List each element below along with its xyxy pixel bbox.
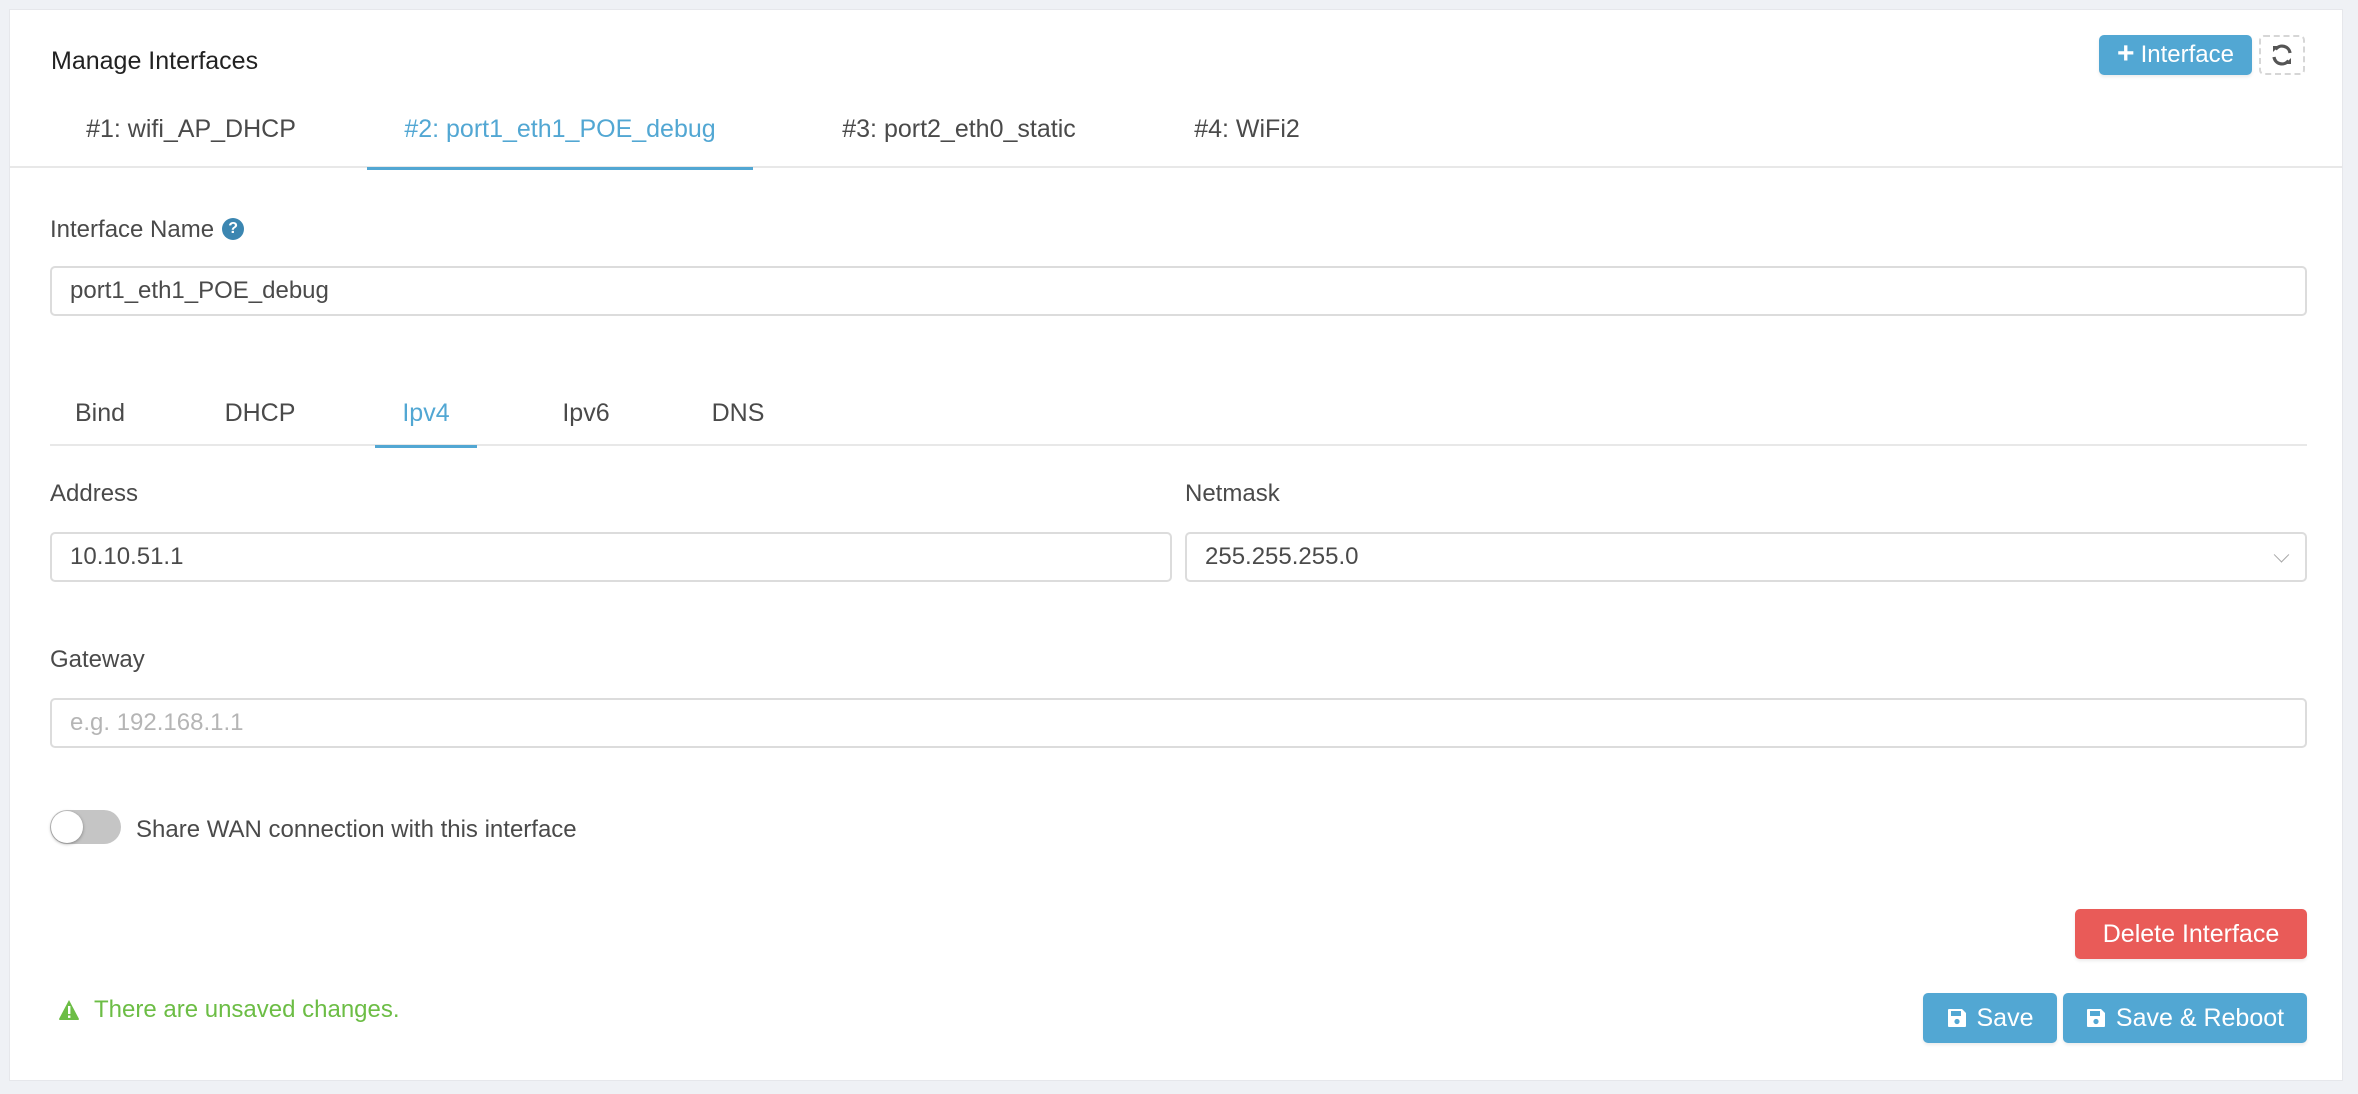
add-interface-button[interactable]: + Interface: [2099, 35, 2252, 75]
unsaved-changes-status: There are unsaved changes.: [58, 996, 400, 1024]
share-wan-toggle[interactable]: [50, 810, 121, 844]
save-button[interactable]: Save: [1923, 993, 2057, 1043]
gateway-label: Gateway: [50, 646, 145, 673]
plus-icon: +: [2117, 37, 2135, 70]
tab-ipv6[interactable]: Ipv6: [536, 380, 636, 446]
interface-name-input[interactable]: [50, 266, 2307, 316]
netmask-select[interactable]: 255.255.255.0: [1185, 532, 2307, 582]
interface-tab-label: #2: port1_eth1_POE_debug: [404, 114, 716, 143]
manage-interfaces-panel: Manage Interfaces + Interface #1: wifi_A…: [9, 9, 2343, 1081]
interface-tab-4[interactable]: #4: WiFi2: [1182, 90, 1312, 168]
netmask-value: 255.255.255.0: [1205, 543, 1359, 570]
warning-triangle-icon: [59, 1000, 79, 1020]
tab-label: Bind: [74, 398, 126, 427]
refresh-icon: [2272, 44, 2292, 66]
save-reboot-label: Save & Reboot: [2115, 1003, 2285, 1032]
interface-tabs: #1: wifi_AP_DHCP #2: port1_eth1_POE_debu…: [10, 90, 2342, 170]
delete-interface-label: Delete Interface: [2102, 919, 2280, 948]
interface-tab-3[interactable]: #3: port2_eth0_static: [820, 90, 1098, 168]
page-title: Manage Interfaces: [51, 47, 259, 75]
share-wan-label: Share WAN connection with this interface: [136, 816, 577, 843]
chevron-down-icon: [2273, 547, 2290, 563]
address-input[interactable]: [50, 532, 1172, 582]
tab-dhcp[interactable]: DHCP: [210, 380, 310, 446]
add-interface-label: Interface: [2140, 41, 2234, 68]
interface-tab-label: #3: port2_eth0_static: [842, 114, 1076, 143]
floppy-disk-icon: [1947, 1009, 1966, 1027]
tab-label: DNS: [711, 398, 765, 427]
interface-tab-label: #1: wifi_AP_DHCP: [86, 114, 296, 143]
refresh-button[interactable]: [2259, 35, 2305, 75]
address-label: Address: [50, 480, 139, 507]
toggle-knob: [51, 811, 83, 843]
tab-label: DHCP: [224, 398, 296, 427]
interface-tab-2[interactable]: #2: port1_eth1_POE_debug: [367, 90, 753, 170]
save-label: Save: [1976, 1003, 2034, 1032]
tab-label: Ipv6: [562, 398, 610, 427]
interface-name-label: Interface Name?: [50, 216, 245, 244]
tab-bind[interactable]: Bind: [50, 380, 150, 446]
interface-tab-1[interactable]: #1: wifi_AP_DHCP: [58, 90, 324, 168]
netmask-label: Netmask: [1185, 480, 1280, 507]
delete-interface-button[interactable]: Delete Interface: [2075, 909, 2307, 959]
interface-tab-label: #4: WiFi2: [1194, 114, 1300, 143]
save-reboot-button[interactable]: Save & Reboot: [2063, 993, 2307, 1043]
tab-label: Ipv4: [402, 398, 450, 427]
unsaved-message: There are unsaved changes.: [94, 996, 400, 1023]
floppy-disk-icon: [2086, 1009, 2105, 1027]
settings-tabs: Bind DHCP Ipv4 Ipv6 DNS: [50, 380, 2307, 448]
interface-name-label-text: Interface Name: [50, 216, 215, 243]
tab-dns[interactable]: DNS: [688, 380, 788, 446]
question-circle-icon[interactable]: ?: [222, 217, 245, 240]
gateway-input[interactable]: [50, 698, 2307, 748]
tab-ipv4[interactable]: Ipv4: [375, 380, 477, 448]
